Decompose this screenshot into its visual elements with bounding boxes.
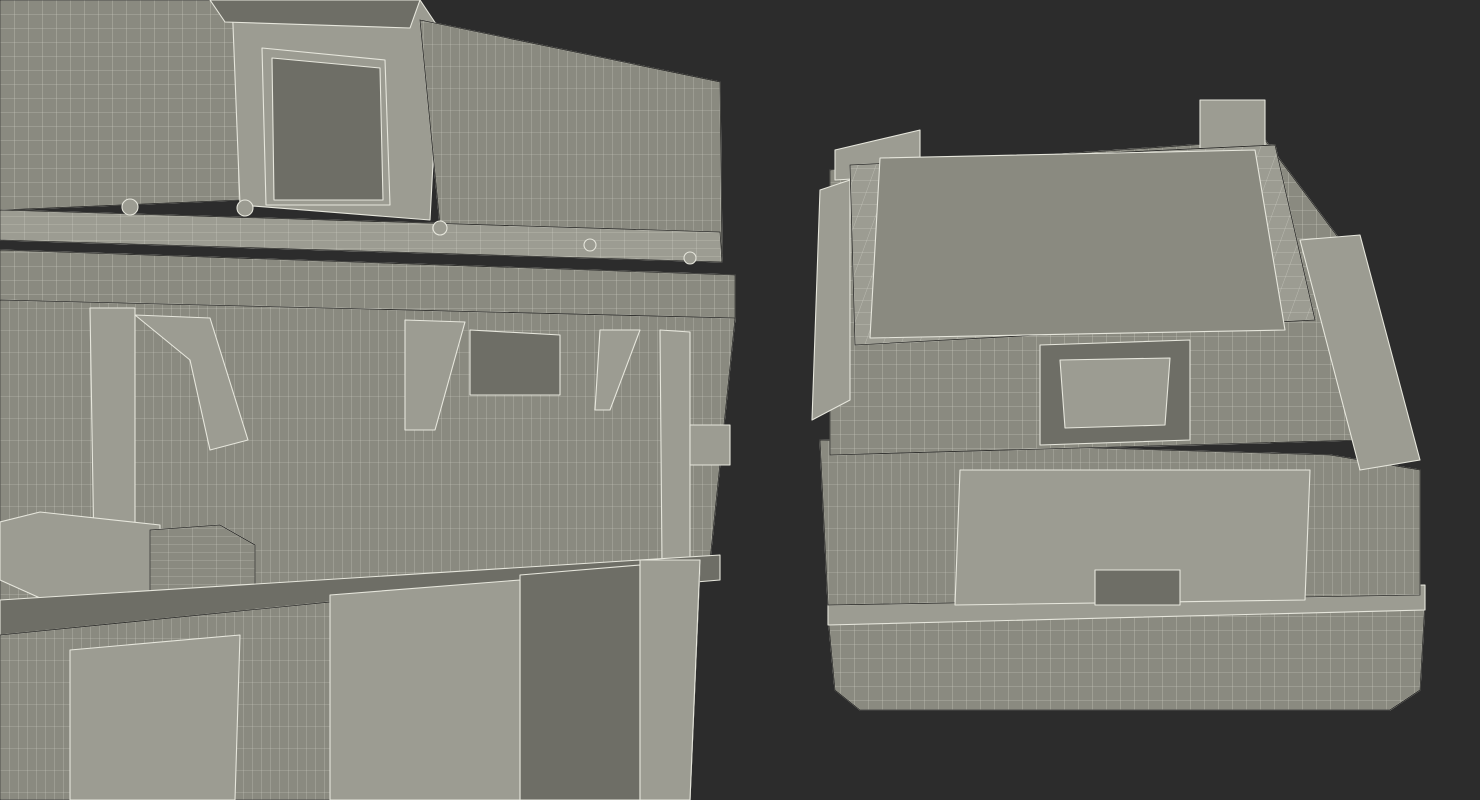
render-canvas	[0, 0, 1480, 800]
middle-body	[819, 439, 1421, 606]
closeup-view	[0, 0, 736, 800]
top-lid	[849, 144, 1316, 346]
wireframe-render	[0, 0, 1480, 800]
